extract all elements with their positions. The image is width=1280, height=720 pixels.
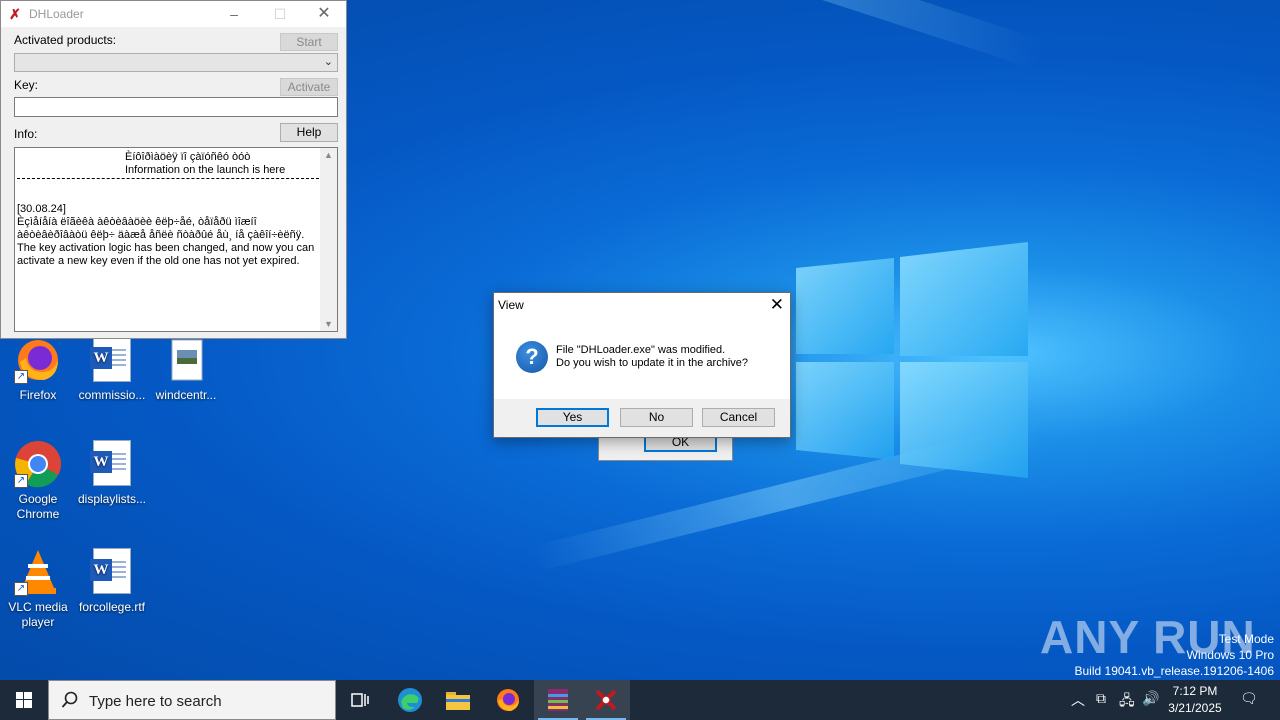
- desktop-icon-label: Google Chrome: [16, 492, 60, 521]
- dialog-title: View: [498, 298, 524, 312]
- desktop-icon-vlc[interactable]: ↗ VLC media player: [0, 548, 76, 630]
- info-label: Info:: [14, 127, 38, 141]
- light-beam: [369, 0, 1045, 70]
- task-view-button[interactable]: [336, 680, 384, 720]
- taskbar-dhloader[interactable]: [582, 680, 630, 720]
- chevron-down-icon: ⌄: [323, 56, 333, 68]
- firefox-icon: [497, 689, 519, 711]
- windows-start-icon: [16, 692, 32, 708]
- dhloader-icon: [595, 689, 617, 711]
- question-icon: ?: [516, 341, 548, 373]
- window-title: DHLoader: [29, 7, 84, 21]
- dialog-message-line: Do you wish to update it in the archive?: [556, 357, 749, 369]
- image-file-icon: [162, 336, 210, 384]
- desktop-icon-label: forcollege.rtf: [78, 600, 146, 614]
- info-line: Èçìåíåíà ëîãèêà àêòèâàöèè êëþ÷åé, òåïåðü…: [17, 216, 257, 228]
- no-button[interactable]: No: [620, 408, 693, 427]
- desktop-icon-commission-doc[interactable]: W commissio...: [74, 336, 150, 403]
- dialog-content: ? File "DHLoader.exe" was modified. Do y…: [494, 317, 790, 399]
- info-textarea[interactable]: Èíôîðìàöèÿ ïî çàïóñêó òóò Information on…: [14, 147, 338, 332]
- dialog-title-bar[interactable]: View ✕: [494, 293, 790, 317]
- info-header-line: Èíôîðìàöèÿ ïî çàïóñêó òóò: [125, 151, 251, 163]
- dhloader-window: ✗ DHLoader – ☐ ✕ Activated products: Sta…: [0, 0, 347, 339]
- build-label: Build 19041.vb_release.191206-1406: [1074, 664, 1275, 678]
- scroll-up-icon[interactable]: ▲: [324, 150, 333, 160]
- info-line: The key activation logic has been change…: [17, 242, 315, 254]
- taskbar-edge[interactable]: [386, 680, 434, 720]
- desktop-icon-label: commissio...: [78, 388, 146, 402]
- winrar-icon: [548, 689, 568, 711]
- taskbar-file-explorer[interactable]: [434, 680, 482, 720]
- scroll-down-icon[interactable]: ▼: [324, 319, 333, 329]
- view-dialog: View ✕ ? File "DHLoader.exe" was modifie…: [493, 292, 791, 438]
- volume-icon[interactable]: 🔊: [1142, 690, 1159, 707]
- test-mode-label: Test Mode: [1218, 632, 1274, 646]
- search-placeholder: Type here to search: [89, 693, 222, 710]
- vlc-icon: ↗: [14, 548, 62, 596]
- scrollbar[interactable]: ▲ ▼: [320, 148, 337, 331]
- word-document-icon: W: [90, 336, 131, 382]
- maximize-button[interactable]: ☐: [257, 1, 303, 27]
- notifications-icon[interactable]: 🗨: [1240, 690, 1258, 707]
- divider: [17, 178, 319, 179]
- taskbar-search[interactable]: Type here to search: [48, 680, 336, 720]
- dialog-message-line: File "DHLoader.exe" was modified.: [556, 344, 726, 356]
- word-document-icon: W: [90, 548, 131, 594]
- key-label: Key:: [14, 78, 39, 92]
- desktop-icon-forcollege-rtf[interactable]: W forcollege.rtf: [74, 548, 150, 615]
- windows-logo: [796, 242, 1028, 478]
- desktop-icon-windcentr[interactable]: windcentr...: [148, 336, 224, 403]
- windows-mode-text: Test Mode Windows 10 Pro Build 19041.vb_…: [1075, 631, 1275, 679]
- word-document-icon: W: [90, 440, 131, 486]
- taskbar-clock[interactable]: 7:12 PM 3/21/2025: [1162, 683, 1228, 717]
- app-logo-icon: ✗: [9, 6, 21, 22]
- folder-icon: [446, 692, 470, 710]
- close-button[interactable]: ✕: [301, 1, 347, 27]
- clock-time: 7:12 PM: [1172, 684, 1218, 698]
- desktop-icon-label: VLC media player: [8, 600, 68, 629]
- taskbar-winrar[interactable]: [534, 680, 582, 720]
- activated-products-label: Activated products:: [14, 33, 117, 47]
- taskbar: Type here to search ︿ ⧉ 🖧 🔊 🗨: [0, 680, 1280, 720]
- chrome-icon: ↗: [14, 440, 62, 488]
- activate-button[interactable]: Activate: [280, 78, 338, 96]
- dialog-message: File "DHLoader.exe" was modified. Do you…: [556, 344, 748, 370]
- title-bar[interactable]: ✗ DHLoader – ☐ ✕: [1, 1, 346, 27]
- help-button[interactable]: Help: [280, 123, 338, 142]
- info-line: àêòèâèðîâàòü êëþ÷ äàæå åñëè ñòàðûé åù¸ í…: [17, 229, 305, 241]
- show-hidden-icons-chevron-icon[interactable]: ︿: [1071, 690, 1085, 710]
- taskbar-firefox[interactable]: [484, 680, 532, 720]
- info-line: activate a new key even if the old one h…: [17, 255, 300, 267]
- network-adapter-icon[interactable]: ⧉: [1096, 690, 1106, 707]
- start-button[interactable]: Start: [280, 33, 338, 51]
- activated-products-select[interactable]: ⌄: [14, 53, 338, 72]
- edge-icon: [398, 688, 422, 712]
- desktop-icon-label: displaylists...: [77, 492, 147, 506]
- info-date: [30.08.24]: [17, 203, 66, 215]
- close-icon[interactable]: ✕: [770, 295, 784, 315]
- info-body: [30.08.24] Èçìåíåíà ëîãèêà àêòèâàöèè êëþ…: [17, 203, 319, 268]
- cancel-button[interactable]: Cancel: [702, 408, 775, 427]
- search-icon: [61, 691, 78, 708]
- firefox-icon: ↗: [14, 336, 62, 384]
- desktop-icon-label: Firefox: [19, 388, 57, 402]
- shortcut-arrow-icon: ↗: [14, 370, 28, 384]
- start-button[interactable]: [0, 680, 48, 720]
- minimize-button[interactable]: –: [211, 1, 257, 27]
- clock-date: 3/21/2025: [1168, 701, 1222, 715]
- desktop-icon-firefox[interactable]: ↗ Firefox: [0, 336, 76, 403]
- desktop-icon-label: windcentr...: [155, 388, 217, 402]
- task-view-icon: [351, 693, 369, 707]
- shortcut-arrow-icon: ↗: [14, 474, 28, 488]
- desktop-icon-displaylists-doc[interactable]: W displaylists...: [74, 440, 150, 507]
- desktop-icon-chrome[interactable]: ↗ Google Chrome: [0, 440, 76, 522]
- key-input[interactable]: [14, 97, 338, 117]
- edition-label: Windows 10 Pro: [1186, 648, 1274, 662]
- network-icon[interactable]: 🖧: [1119, 690, 1135, 714]
- yes-button[interactable]: Yes: [536, 408, 609, 427]
- info-header-line: Information on the launch is here: [125, 164, 286, 176]
- shortcut-arrow-icon: ↗: [14, 582, 28, 596]
- info-header: Èíôîðìàöèÿ ïî çàïóñêó òóò Information on…: [125, 151, 285, 177]
